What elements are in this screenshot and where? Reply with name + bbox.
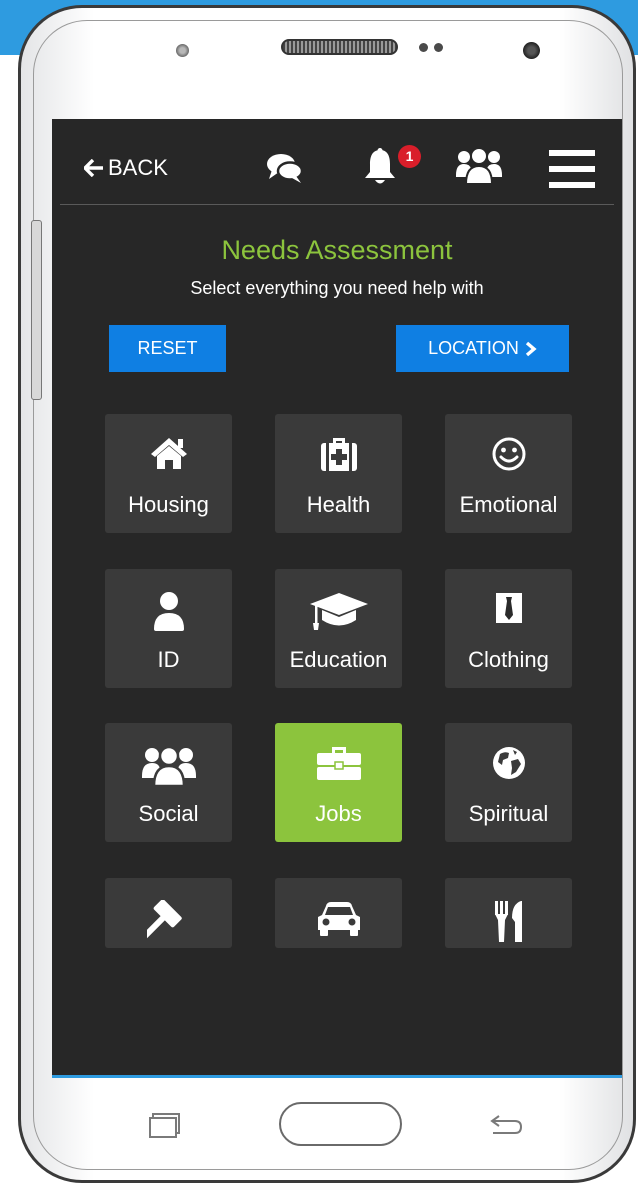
location-button[interactable]: LOCATION — [396, 325, 569, 372]
category-label: Health — [306, 492, 371, 517]
category-tile-education[interactable]: Education — [275, 569, 402, 688]
briefcase-icon — [316, 747, 361, 780]
category-label: Emotional — [459, 492, 558, 517]
sensor-dot — [434, 43, 443, 52]
home-key[interactable] — [279, 1102, 402, 1146]
smile-icon — [492, 437, 525, 471]
category-tile-id[interactable]: ID — [105, 569, 232, 688]
bell-icon — [365, 148, 395, 184]
recent-apps-icon — [149, 1113, 180, 1138]
back-button[interactable]: BACK — [84, 155, 168, 181]
side-volume-key — [31, 220, 42, 400]
globe-icon — [492, 747, 525, 779]
comments-icon[interactable] — [266, 152, 304, 189]
category-tile-social[interactable]: Social — [105, 723, 232, 842]
home-icon — [150, 438, 187, 469]
category-tile-housing[interactable]: Housing — [105, 414, 232, 533]
back-key[interactable] — [485, 1113, 525, 1137]
notification-badge: 1 — [398, 145, 421, 168]
graduation-cap-icon — [309, 593, 368, 630]
suit-tie-icon — [495, 593, 522, 623]
menu-icon[interactable] — [549, 150, 595, 193]
screen-bottom-edge — [52, 1075, 622, 1078]
app-screen: BACK 1 Needs Assessment Select everythin… — [52, 119, 622, 1077]
arrow-left-icon — [84, 159, 103, 177]
category-label: Social — [138, 801, 199, 826]
reset-button[interactable]: RESET — [109, 325, 226, 372]
category-label: ID — [157, 647, 180, 672]
page-subtitle: Select everything you need help with — [190, 278, 484, 298]
category-tile-clothing[interactable]: Clothing — [445, 569, 572, 688]
top-bar: BACK 1 — [52, 119, 622, 205]
front-camera — [523, 42, 540, 59]
chevron-right-icon — [525, 341, 537, 356]
location-label: LOCATION — [428, 338, 519, 358]
category-label: Jobs — [315, 801, 362, 826]
car-icon — [317, 902, 360, 936]
category-tile-spiritual[interactable]: Spiritual — [445, 723, 572, 842]
category-tile-legal[interactable] — [105, 878, 232, 948]
medkit-icon — [320, 438, 357, 471]
category-label: Housing — [128, 492, 209, 517]
return-arrow-icon — [490, 1115, 523, 1134]
sensor-dot — [419, 43, 428, 52]
proximity-sensor — [176, 44, 189, 57]
user-icon — [153, 592, 184, 631]
utensils-icon — [494, 901, 522, 942]
page-title: Needs Assessment — [221, 235, 453, 265]
category-tile-health[interactable]: Health — [275, 414, 402, 533]
group-icon — [141, 745, 196, 787]
category-label: Education — [289, 647, 388, 672]
category-tile-jobs[interactable]: Jobs — [275, 723, 402, 842]
back-label: BACK — [108, 155, 168, 180]
category-tile-food[interactable] — [445, 878, 572, 948]
category-tile-transportation[interactable] — [275, 878, 402, 948]
earpiece-speaker — [281, 39, 398, 55]
users-icon[interactable] — [455, 147, 503, 190]
header-divider — [60, 204, 614, 205]
category-label: Clothing — [468, 647, 549, 672]
reset-label: RESET — [137, 338, 198, 358]
notifications-button[interactable] — [363, 147, 397, 192]
category-label: Spiritual — [468, 801, 549, 826]
gavel-icon — [146, 900, 182, 940]
recent-apps-key[interactable] — [149, 1113, 182, 1138]
category-tile-emotional[interactable]: Emotional — [445, 414, 572, 533]
